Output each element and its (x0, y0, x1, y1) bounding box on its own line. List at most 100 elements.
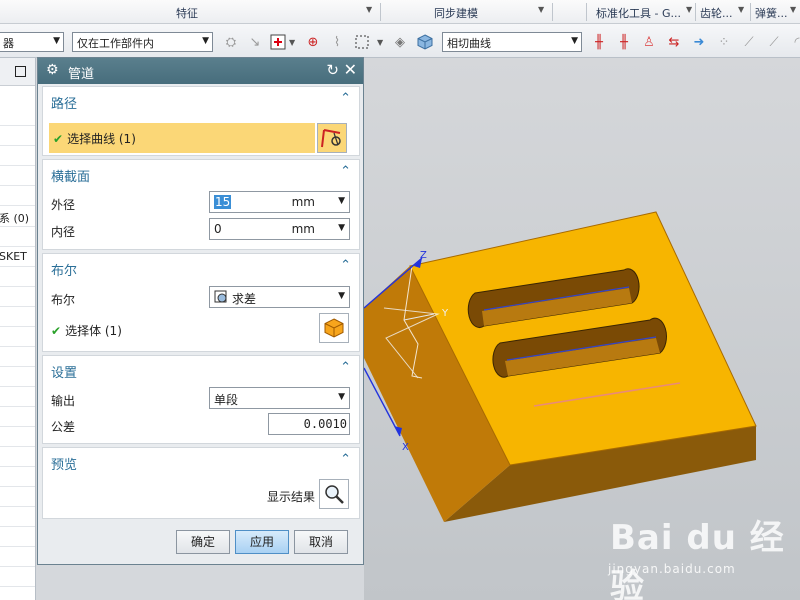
chevron-down-icon[interactable]: ▼ (366, 5, 372, 14)
reset-icon[interactable]: ↻ (326, 61, 339, 79)
curve-selector-button[interactable] (317, 123, 347, 153)
type-filter-select[interactable]: 器 ▼ (0, 32, 64, 52)
close-icon[interactable]: ✕ (344, 60, 357, 79)
path-section-header[interactable]: 路径 (51, 93, 77, 112)
apply-button[interactable]: 应用 (235, 530, 289, 554)
arc-icon[interactable]: ◜ (787, 32, 800, 52)
part-navigator: 系 (0) SKET (0, 58, 36, 600)
points-icon[interactable]: ⁘ (714, 32, 734, 52)
ribbon-group-spring[interactable]: 弹簧... (755, 5, 788, 21)
snap-point-icon[interactable]: ⛭ (221, 32, 241, 52)
navigator-row[interactable] (0, 166, 35, 186)
output-select[interactable]: 单段 ▼ (209, 387, 350, 409)
graphics-viewport[interactable]: Z Y X Bai du 经验 jingyan.baidu.com (364, 58, 800, 600)
sketch-curves-icon[interactable]: ⇆ (664, 32, 684, 52)
maximize-icon[interactable] (15, 66, 26, 77)
navigator-row[interactable] (0, 267, 35, 287)
navigator-row[interactable] (0, 347, 35, 367)
navigator-row[interactable] (0, 287, 35, 307)
ribbon-divider (586, 3, 587, 21)
preview-section-header[interactable]: 预览 (51, 454, 77, 473)
outer-diameter-value: 15 (214, 195, 232, 209)
ribbon-group-gear[interactable]: 齿轮... (700, 5, 733, 21)
outer-diameter-field[interactable]: 15 mm ▼ (209, 191, 350, 213)
tolerance-field[interactable]: 0.0010 (268, 413, 350, 435)
collapse-icon[interactable]: ⌃ (340, 258, 351, 273)
navigator-row[interactable] (0, 567, 35, 587)
navigator-row[interactable] (0, 407, 35, 427)
chevron-down-icon[interactable]: ▼ (377, 38, 383, 47)
navigator-row[interactable] (0, 126, 35, 146)
navigator-row[interactable] (0, 467, 35, 487)
select-body-text: 选择体 (1) (65, 324, 122, 338)
navigator-row[interactable] (0, 527, 35, 547)
eraser-icon[interactable]: ◈ (390, 32, 410, 52)
follow-fillet-icon[interactable]: ╫ (614, 32, 634, 52)
chevron-down-icon[interactable]: ▼ (738, 5, 744, 14)
navigator-row[interactable] (0, 327, 35, 347)
gear-icon[interactable]: ⚙ (46, 62, 59, 78)
solid-body-icon (324, 318, 344, 338)
navigator-row[interactable] (0, 307, 35, 327)
box-select-icon[interactable] (352, 32, 372, 52)
move-right-icon[interactable]: ➜ (689, 32, 709, 52)
boolean-label: 布尔 (51, 293, 76, 307)
chevron-down-icon[interactable]: ▼ (538, 5, 544, 14)
navigator-row[interactable]: SKET (0, 247, 35, 267)
select-curve-row[interactable]: ✔ 选择曲线 (1) (49, 123, 315, 153)
navigator-row[interactable] (0, 367, 35, 387)
inner-diameter-unit: mm (291, 222, 315, 236)
collapse-icon[interactable]: ⌃ (340, 452, 351, 467)
settings-section-header[interactable]: 设置 (51, 362, 77, 381)
selection-scope-select[interactable]: 仅在工作部件内 ▼ (72, 32, 213, 52)
select-icon[interactable]: ↘ (245, 32, 265, 52)
show-result-button[interactable] (319, 479, 349, 509)
add-point-icon[interactable] (268, 32, 288, 52)
navigator-row[interactable] (0, 106, 35, 126)
chevron-down-icon[interactable]: ▼ (338, 196, 345, 206)
navigator-row[interactable]: 系 (0) (0, 207, 35, 227)
navigator-row[interactable] (0, 507, 35, 527)
boolean-section-header[interactable]: 布尔 (51, 260, 77, 279)
navigator-row[interactable] (0, 186, 35, 206)
dialog-title: 管道 (68, 67, 95, 82)
chevron-down-icon: ▼ (338, 291, 345, 301)
collapse-icon[interactable]: ⌃ (340, 91, 351, 106)
navigator-row[interactable] (0, 447, 35, 467)
slash-icon[interactable]: ⟋ (764, 32, 784, 52)
chevron-down-icon[interactable]: ▼ (289, 38, 295, 47)
chevron-down-icon: ▼ (53, 36, 60, 46)
collapse-icon[interactable]: ⌃ (340, 360, 351, 375)
ok-button[interactable]: 确定 (176, 530, 230, 554)
navigator-row[interactable] (0, 227, 35, 247)
select-curve-label: ✔ 选择曲线 (1) (53, 130, 136, 147)
ribbon-group-feature[interactable]: 特征 (176, 5, 198, 21)
collapse-icon[interactable]: ⌃ (340, 164, 351, 179)
navigator-row[interactable] (0, 427, 35, 447)
cancel-button[interactable]: 取消 (294, 530, 348, 554)
inner-diameter-field[interactable]: 0 mm ▼ (209, 218, 350, 240)
navigator-row[interactable] (0, 487, 35, 507)
stop-at-intersection-icon[interactable]: ╫ (589, 32, 609, 52)
chevron-down-icon[interactable]: ▼ (790, 5, 796, 14)
chevron-down-icon[interactable]: ▼ (338, 223, 345, 233)
ribbon-group-std-tools[interactable]: 标准化工具 - G... (596, 5, 681, 21)
line-icon[interactable]: ⟋ (739, 32, 759, 52)
body-selector-button[interactable] (319, 313, 349, 343)
curve-rule-select[interactable]: 相切曲线 ▼ (442, 32, 582, 52)
tolerance-value: 0.0010 (303, 417, 347, 431)
navigator-row[interactable] (0, 387, 35, 407)
curve-point-icon[interactable]: ⌇ (327, 32, 347, 52)
boolean-select[interactable]: 求差 ▼ (209, 286, 350, 308)
navigator-row[interactable] (0, 146, 35, 166)
navigator-row[interactable] (0, 547, 35, 567)
cross-section-header[interactable]: 横截面 (51, 166, 90, 185)
chevron-down-icon[interactable]: ▼ (686, 5, 692, 14)
select-body-label: ✔ 选择体 (1) (51, 322, 122, 339)
feature-curves-icon[interactable]: ♙ (639, 32, 659, 52)
ribbon-group-sync-modeling[interactable]: 同步建模 (434, 5, 478, 21)
cube-filter-icon[interactable] (415, 32, 435, 52)
dialog-title-bar[interactable]: ⚙ 管道 ↻ ✕ (38, 58, 363, 84)
intersect-point-icon[interactable]: ⊕ (303, 32, 323, 52)
boolean-section: 布尔 ⌃ 布尔 求差 ▼ ✔ 选择体 (1) (42, 253, 360, 352)
